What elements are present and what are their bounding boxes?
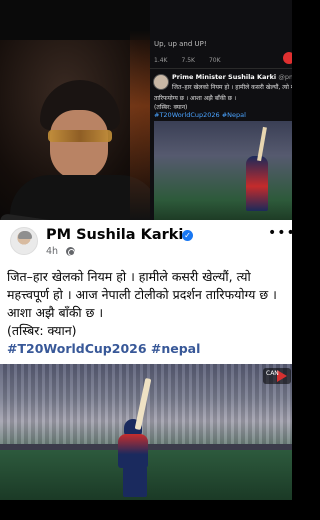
batsman [118,419,158,497]
avatar-hair [18,231,32,239]
background-tweet: Up, up and UP! 1.4K 7.5K 70K Prime Minis… [150,0,292,220]
bg-tweet-actions: 1.4K 7.5K 70K [154,57,292,64]
photo-badge-label: CAN [266,370,279,377]
more-options-icon[interactable]: ••• [268,225,296,241]
bg-tweet-avatar [153,74,169,90]
post-hashtags[interactable]: #T20WorldCup2026 #nepal [7,340,289,358]
verified-icon: ✓ [182,230,193,241]
bg-like-count: 70K [208,57,221,64]
bg-reply-count: 1.4K [154,57,168,64]
bg-batsman [246,156,268,211]
post-text-line-4: (तस्बिर: क्यान) [7,323,77,338]
bg-tweet-text-1: जित–हार खेलको नियम हो । हामीले कसरी खेल्… [172,84,292,91]
video-area: Up, up and UP! 1.4K 7.5K 70K Prime Minis… [0,0,292,220]
batsman-jersey [118,434,148,468]
bottom-strip [0,500,292,520]
page-name[interactable]: PM Sushila Karki [46,227,183,243]
bg-divider [150,68,292,69]
post-text-line-1: जित–हार खेलको नियम हो । हामीले कसरी खेल्… [7,269,251,284]
bg-tweet-hashtags: #T20WorldCup2026 #Nepal [154,111,246,119]
bg-tweet-photo [154,121,292,220]
facebook-post-card: PM Sushila Karki ✓ 4h ••• जित–हार खेलको … [0,220,295,364]
bg-tweet-author: Prime Minister Sushila Karki @pmsushilak… [172,73,292,81]
post-photo[interactable]: CAN [0,364,292,500]
post-text: जित–हार खेलको नियम हो । हामीले कसरी खेल्… [7,268,289,358]
bg-tweet-text-2: तारिफयोग्य छ । आशा अझै बाँकी छ । [154,95,237,102]
post-timestamp[interactable]: 4h [46,246,58,257]
post-text-line-2: महत्त्वपूर्ण हो । आज नेपाली टोलीको प्रदर… [7,287,277,302]
streamer-face [50,110,108,180]
notification-badge [283,52,292,64]
bg-retweet-count: 7.5K [181,57,195,64]
bg-tweet-text-3: (तस्बिर: क्यान) [154,104,188,111]
streamer-glasses [48,130,112,142]
globe-icon [66,247,75,256]
bg-tweet-top-line: Up, up and UP! [154,40,207,48]
batsman-legs [123,467,147,497]
post-text-line-3: आशा अझै बाँकी छ । [7,305,104,320]
avatar[interactable] [10,227,38,255]
